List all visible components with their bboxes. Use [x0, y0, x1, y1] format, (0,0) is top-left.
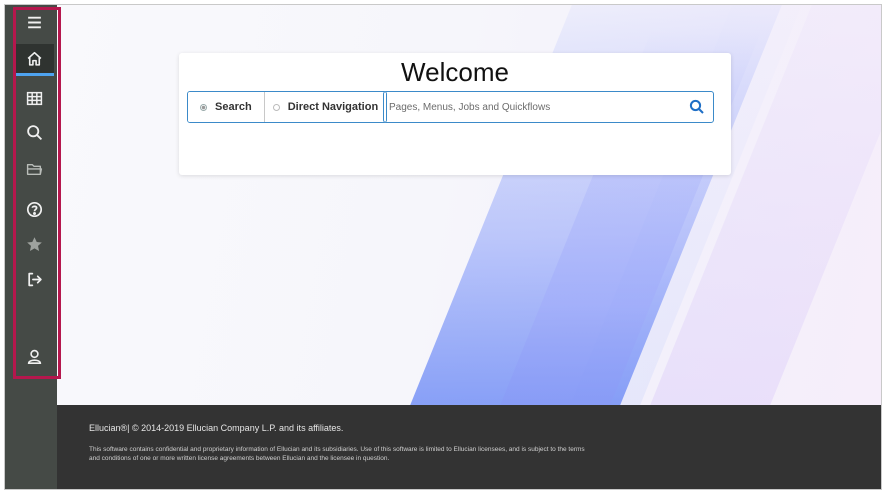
- search-nav-button[interactable]: [14, 117, 54, 147]
- grid-icon: [26, 91, 42, 105]
- sign-out-button[interactable]: [14, 264, 54, 294]
- main-content: Welcome Search Direct Navigation: [57, 5, 881, 405]
- help-button[interactable]: [14, 194, 54, 224]
- applications-button[interactable]: [14, 83, 54, 113]
- search-mode-option[interactable]: Search: [188, 92, 264, 122]
- radio-selected-icon: [200, 103, 207, 111]
- welcome-card: Welcome Search Direct Navigation: [179, 53, 731, 175]
- search-mode-label: Search: [215, 101, 252, 113]
- star-icon: [26, 236, 42, 251]
- footer: Ellucian®| © 2014-2019 Ellucian Company …: [57, 405, 881, 489]
- folder-icon: [26, 163, 42, 175]
- direct-navigation-label: Direct Navigation: [287, 101, 379, 113]
- search-icon: [689, 99, 704, 114]
- sign-out-icon: [27, 272, 42, 286]
- direct-navigation-option[interactable]: Direct Navigation: [263, 92, 387, 122]
- help-icon: [26, 201, 42, 217]
- menu-icon: [27, 16, 41, 28]
- footer-copyright: Ellucian®| © 2014-2019 Ellucian Company …: [89, 423, 344, 433]
- search-box: [383, 91, 714, 123]
- home-button[interactable]: [14, 44, 54, 76]
- search-mode-toggle: Search Direct Navigation: [187, 91, 388, 123]
- search-button[interactable]: [689, 99, 705, 115]
- menu-button[interactable]: [14, 7, 54, 37]
- radio-unselected-icon: [272, 103, 280, 111]
- app-frame: Welcome Search Direct Navigation Elluc: [4, 4, 882, 490]
- user-icon: [27, 349, 41, 364]
- sidebar: [5, 5, 57, 489]
- home-icon: [27, 51, 41, 66]
- favorites-button[interactable]: [14, 229, 54, 259]
- search-input[interactable]: [389, 92, 679, 122]
- page-title: Welcome: [401, 57, 509, 87]
- recent-items-button[interactable]: [14, 154, 54, 184]
- footer-legal-text: This software contains confidential and …: [89, 446, 585, 463]
- search-icon: [26, 124, 42, 140]
- user-profile-button[interactable]: [14, 341, 54, 371]
